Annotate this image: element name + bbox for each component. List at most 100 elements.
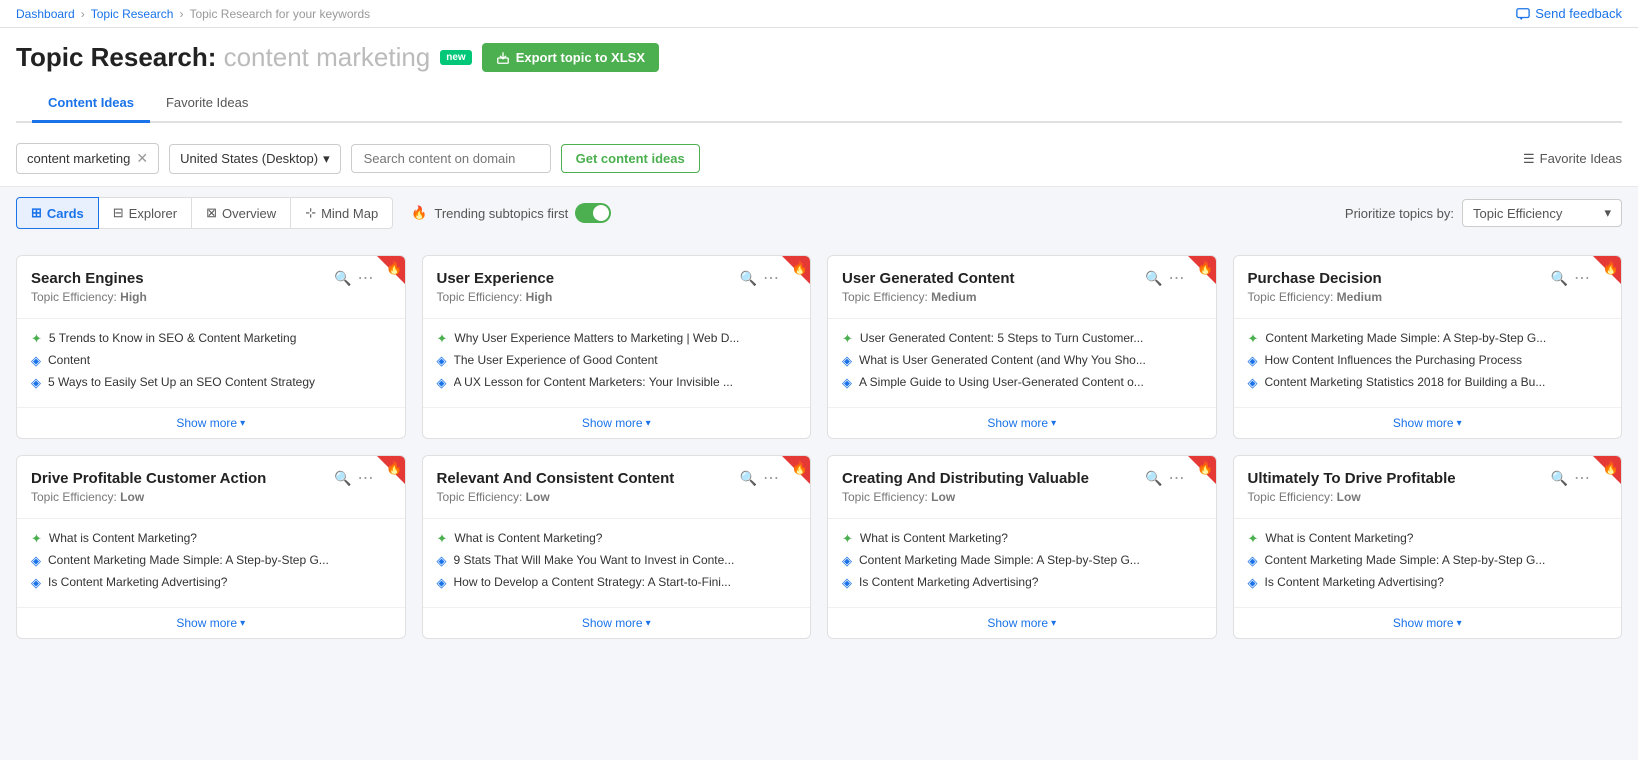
fire-icon: 🔥 (386, 260, 402, 276)
card-more-button[interactable]: ⋯ (763, 268, 780, 288)
breadcrumb-topic-research[interactable]: Topic Research (91, 7, 174, 21)
article-icon: ✦ (437, 531, 448, 547)
fire-icon: 🔥 (1603, 460, 1619, 476)
priority-select[interactable]: Topic Efficiency ▾ (1462, 199, 1622, 227)
view-row: ⊞ Cards ⊟ Explorer ⊠ Overview ⊹ Mind Map… (0, 187, 1638, 239)
domain-search-input[interactable] (351, 144, 551, 173)
card-search-button[interactable]: 🔍 (1145, 270, 1162, 287)
show-more-button[interactable]: Show more ▾ (1234, 607, 1622, 638)
card-title: Ultimately To Drive Profitable (1248, 470, 1562, 487)
show-more-button[interactable]: Show more ▾ (828, 407, 1216, 438)
list-item: ✦ What is Content Marketing? (437, 531, 797, 547)
breadcrumb-dashboard[interactable]: Dashboard (16, 7, 75, 21)
card-divider (17, 518, 405, 519)
tab-content-ideas[interactable]: Content Ideas (32, 85, 150, 123)
card-search-button[interactable]: 🔍 (334, 270, 351, 287)
trending-toggle[interactable] (575, 203, 611, 223)
list-item: ◈ Is Content Marketing Advertising? (31, 575, 391, 591)
card-efficiency: Topic Efficiency: Medium (1248, 290, 1562, 304)
card-more-button[interactable]: ⋯ (1574, 268, 1591, 288)
page-icon: ◈ (1248, 575, 1258, 591)
show-more-label: Show more (582, 416, 643, 430)
fire-icon: 🔥 (792, 260, 808, 276)
card-divider (423, 318, 811, 319)
card-item-text: What is Content Marketing? (1265, 531, 1607, 545)
card-more-button[interactable]: ⋯ (358, 268, 375, 288)
card-divider (828, 318, 1216, 319)
card-item-text: Content Marketing Made Simple: A Step-by… (1265, 331, 1607, 345)
export-button[interactable]: Export topic to XLSX (482, 43, 659, 72)
show-more-button[interactable]: Show more ▾ (423, 407, 811, 438)
card-item-text: Why User Experience Matters to Marketing… (454, 331, 796, 345)
card-title: Creating And Distributing Valuable (842, 470, 1156, 487)
send-feedback-button[interactable]: Send feedback (1516, 6, 1622, 21)
card-more-button[interactable]: ⋯ (1574, 468, 1591, 488)
card-more-button[interactable]: ⋯ (1169, 468, 1186, 488)
breadcrumb-sep1: › (81, 7, 85, 21)
show-more-button[interactable]: Show more ▾ (17, 407, 405, 438)
send-feedback-label: Send feedback (1535, 6, 1622, 21)
topic-card-relevant-consistent: 🔥 Relevant And Consistent Content Topic … (422, 455, 812, 639)
list-item: ◈ Content Marketing Statistics 2018 for … (1248, 375, 1608, 391)
trending-badge: 🔥 (377, 256, 405, 284)
card-search-button[interactable]: 🔍 (740, 470, 757, 487)
fire-icon: 🔥 (1603, 260, 1619, 276)
card-item-text: Content (48, 353, 391, 367)
card-search-button[interactable]: 🔍 (1551, 470, 1568, 487)
show-more-button[interactable]: Show more ▾ (423, 607, 811, 638)
page-icon: ◈ (31, 575, 41, 591)
card-action-icons: 🔍 ⋯ (1551, 468, 1591, 488)
topic-card-search-engines: 🔥 Search Engines Topic Efficiency: High … (16, 255, 406, 439)
article-icon: ✦ (31, 331, 42, 347)
keyword-clear-button[interactable]: ✕ (136, 150, 148, 167)
chevron-down-icon: ▾ (646, 418, 651, 429)
trending-badge: 🔥 (782, 456, 810, 484)
list-item: ◈ 9 Stats That Will Make You Want to Inv… (437, 553, 797, 569)
trending-badge: 🔥 (377, 456, 405, 484)
card-title: Search Engines (31, 270, 345, 287)
page-icon: ◈ (437, 553, 447, 569)
card-search-button[interactable]: 🔍 (1145, 470, 1162, 487)
show-more-button[interactable]: Show more ▾ (17, 607, 405, 638)
fire-icon: 🔥 (386, 460, 402, 476)
view-overview-button[interactable]: ⊠ Overview (192, 197, 291, 229)
card-action-icons: 🔍 ⋯ (1551, 268, 1591, 288)
get-ideas-button[interactable]: Get content ideas (561, 144, 700, 173)
view-cards-button[interactable]: ⊞ Cards (16, 197, 99, 229)
show-more-button[interactable]: Show more ▾ (828, 607, 1216, 638)
trending-wrap: 🔥 Trending subtopics first (411, 203, 611, 223)
card-search-button[interactable]: 🔍 (1551, 270, 1568, 287)
view-mindmap-button[interactable]: ⊹ Mind Map (291, 197, 393, 229)
card-title: Drive Profitable Customer Action (31, 470, 345, 487)
page-icon: ◈ (437, 375, 447, 391)
card-divider (1234, 318, 1622, 319)
list-item: ✦ What is Content Marketing? (1248, 531, 1608, 547)
card-efficiency: Topic Efficiency: Low (842, 490, 1156, 504)
fire-trending-icon: 🔥 (411, 205, 427, 221)
card-divider (1234, 518, 1622, 519)
chevron-down-icon: ▾ (1051, 618, 1056, 629)
card-efficiency: Topic Efficiency: Medium (842, 290, 1156, 304)
favorite-ideas-link[interactable]: ☰ Favorite Ideas (1523, 151, 1622, 167)
page-title: Topic Research: content marketing (16, 42, 430, 73)
show-more-label: Show more (987, 416, 1048, 430)
card-more-button[interactable]: ⋯ (763, 468, 780, 488)
card-body: ✦ What is Content Marketing? ◈ Content M… (828, 525, 1216, 607)
export-label: Export topic to XLSX (516, 50, 645, 65)
tab-favorite-ideas[interactable]: Favorite Ideas (150, 85, 264, 123)
page-header: Topic Research: content marketing new Ex… (0, 28, 1638, 131)
country-select[interactable]: United States (Desktop) ▾ (169, 144, 341, 174)
page-icon: ◈ (842, 375, 852, 391)
list-item: ◈ A UX Lesson for Content Marketers: You… (437, 375, 797, 391)
card-search-button[interactable]: 🔍 (334, 470, 351, 487)
explorer-icon: ⊟ (113, 205, 124, 221)
overview-icon: ⊠ (206, 205, 217, 221)
view-explorer-button[interactable]: ⊟ Explorer (99, 197, 192, 229)
card-more-button[interactable]: ⋯ (1169, 268, 1186, 288)
show-more-button[interactable]: Show more ▾ (1234, 407, 1622, 438)
keyword-value: content marketing (27, 151, 130, 166)
card-body: ✦ What is Content Marketing? ◈ Content M… (1234, 525, 1622, 607)
card-search-button[interactable]: 🔍 (740, 270, 757, 287)
list-item: ✦ Content Marketing Made Simple: A Step-… (1248, 331, 1608, 347)
card-more-button[interactable]: ⋯ (358, 468, 375, 488)
